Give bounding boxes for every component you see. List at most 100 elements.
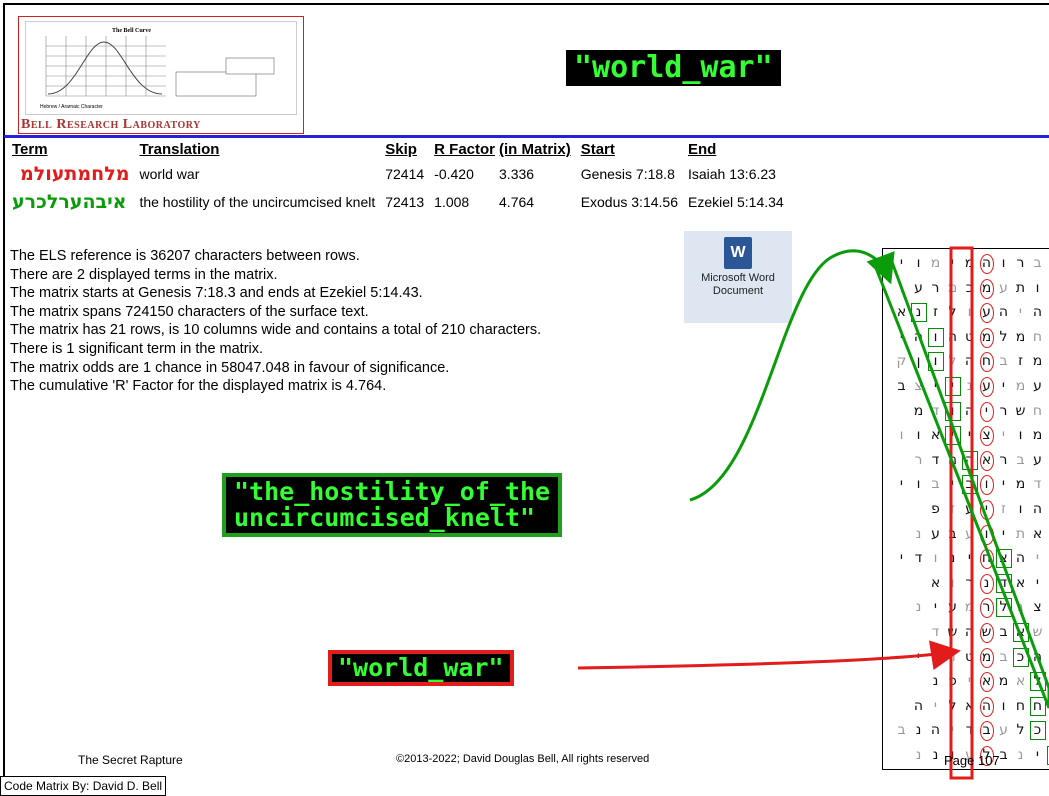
top-banner: "world_war" <box>566 50 781 86</box>
matrix-row: ימויצייאוו <box>883 423 1049 447</box>
term-cell: איבהערלכרע <box>10 188 137 216</box>
translation-cell: world war <box>139 166 200 182</box>
matrix-letter: י <box>1035 550 1040 567</box>
matrix-letter: ד <box>965 722 974 739</box>
col-term: Term <box>12 141 48 158</box>
matrix-row: אדמיוביבוי <box>883 472 1049 496</box>
matrix-letter: י <box>950 722 955 739</box>
matrix-letter: ח <box>1032 402 1043 419</box>
matrix-letter: א <box>1015 574 1026 591</box>
matrix-letter: ח <box>1032 328 1043 345</box>
matrix-letter: פ <box>931 501 940 517</box>
word-document-icon[interactable]: W Microsoft Word Document <box>684 231 792 323</box>
matrix-letter: ע <box>978 374 995 398</box>
matrix-letter: צ <box>978 423 995 447</box>
word-document-label: Microsoft Word Document <box>684 272 792 298</box>
matrix-letter: י <box>899 476 904 493</box>
matrix-letter: א <box>978 669 995 693</box>
translation-cell: the hostility of the uncircumcised knelt <box>139 194 376 210</box>
matrix-letter: ל <box>948 697 957 714</box>
matrix-letter: ו <box>927 325 944 349</box>
matrix-letter: א <box>896 304 907 321</box>
matrix-letter: ז <box>933 304 938 321</box>
matrix-letter: ד <box>931 402 940 419</box>
matrix-letter: ו <box>1001 697 1006 714</box>
matrix-letter: א <box>930 574 941 591</box>
matrix-row: והכבמטדיי <box>883 645 1049 669</box>
matrix-letter: י <box>1035 574 1040 591</box>
matrix-letter: ה <box>964 624 975 640</box>
matrix-letter: ו <box>899 427 904 444</box>
matrix-letter: ב <box>961 472 978 496</box>
matrix-letter: א <box>1032 525 1043 542</box>
matrix-letter: י <box>978 399 995 423</box>
matrix-row: תכלעבדיהנב <box>883 718 1049 742</box>
matrix-letter: ב <box>978 718 995 742</box>
matrix-letter: ה <box>964 402 975 419</box>
matrix-letter: א <box>930 427 941 444</box>
matrix-letter: מ <box>978 276 995 300</box>
matrix-letter: ב <box>999 353 1008 370</box>
matrix-letter: צ <box>995 546 1012 570</box>
matrix-letter: ב <box>999 624 1008 640</box>
hostility-banner-line1: "the_hostility_of_the <box>234 477 551 506</box>
matrix-letter: ב <box>999 648 1008 665</box>
skip-cell: 72413 <box>385 194 425 210</box>
matrix-row: ניהצחינודי <box>883 546 1049 570</box>
matrix-letter: ה <box>930 722 941 739</box>
matrix-letter: י <box>933 697 938 714</box>
matrix-letter: נ <box>915 747 922 763</box>
matrix-letter: י <box>950 476 955 493</box>
matrix-letter: ו <box>1018 501 1023 517</box>
matrix-letter: מ <box>947 279 958 296</box>
matrix-letter: ת <box>1015 279 1026 296</box>
matrix-letter: ה <box>913 328 924 345</box>
matrix-letter: ז <box>950 501 955 517</box>
matrix-letter: ע <box>948 599 957 616</box>
matrix-letter: ה <box>1032 304 1043 321</box>
matrix-letter: ו <box>933 550 938 567</box>
matrix-letter: מ <box>978 325 995 349</box>
blue-divider <box>4 135 1049 138</box>
matrix-row: גברוהמימוי <box>883 251 1049 275</box>
matrix-letter: ב <box>897 378 906 394</box>
bell-curve-chart-image <box>45 36 275 97</box>
matrix-letter: א <box>964 697 975 714</box>
matrix-letter: י <box>944 374 961 398</box>
table-row: מלחמתעולמ world war 72414 -0.420 3.336 G… <box>10 160 792 188</box>
matrix-letter: ש <box>947 624 958 640</box>
matrix-letter: א <box>1012 620 1029 644</box>
matrix-letter: י <box>1018 304 1023 321</box>
terms-table: Term Translation Skip R Factor (in Matri… <box>10 141 792 216</box>
matrix-letter: מ <box>964 255 975 271</box>
matrix-letter: ה <box>1015 550 1026 567</box>
rfactor-cell: -0.420 <box>434 166 474 182</box>
matrix-letter: ו <box>916 255 921 271</box>
matrix-letter: ש <box>1032 624 1043 640</box>
matrix-letter: ז <box>1018 353 1023 370</box>
matrix-row: עהוזיעזפ <box>883 497 1049 521</box>
matrix-letter: מ <box>1032 427 1043 444</box>
matrix-credit: Code Matrix By: David D. Bell <box>0 776 167 796</box>
matrix-letter: נ <box>915 599 922 616</box>
skip-cell: 72414 <box>385 166 425 182</box>
logo-chart-title: The Bell Curve <box>112 28 151 34</box>
matrix-letter: ע <box>978 300 995 324</box>
start-cell: Exodus 3:14.56 <box>580 194 678 210</box>
matrix-letter: י <box>1001 427 1006 444</box>
matrix-letter: ו <box>950 574 955 591</box>
word-label-line2: Document <box>712 285 764 297</box>
matrix-row: המזבחהלוןק <box>883 349 1049 373</box>
matrix-letter: י <box>899 550 904 567</box>
matrix-letter: ע <box>999 722 1008 739</box>
matrix-letter: ו <box>916 427 921 444</box>
in-matrix-cell: 3.336 <box>499 166 535 182</box>
info-line: There is 1 significant term in the matri… <box>10 340 264 357</box>
matrix-letter: י <box>933 599 938 616</box>
matrix-row: לחשריהודמ <box>883 399 1049 423</box>
matrix-letter: נ <box>932 747 939 763</box>
matrix-letter: נ <box>949 550 956 567</box>
matrix-row: אהיהעולזנא <box>883 300 1049 324</box>
matrix-letter: ב <box>931 476 940 493</box>
matrix-letter: ל <box>948 353 957 370</box>
